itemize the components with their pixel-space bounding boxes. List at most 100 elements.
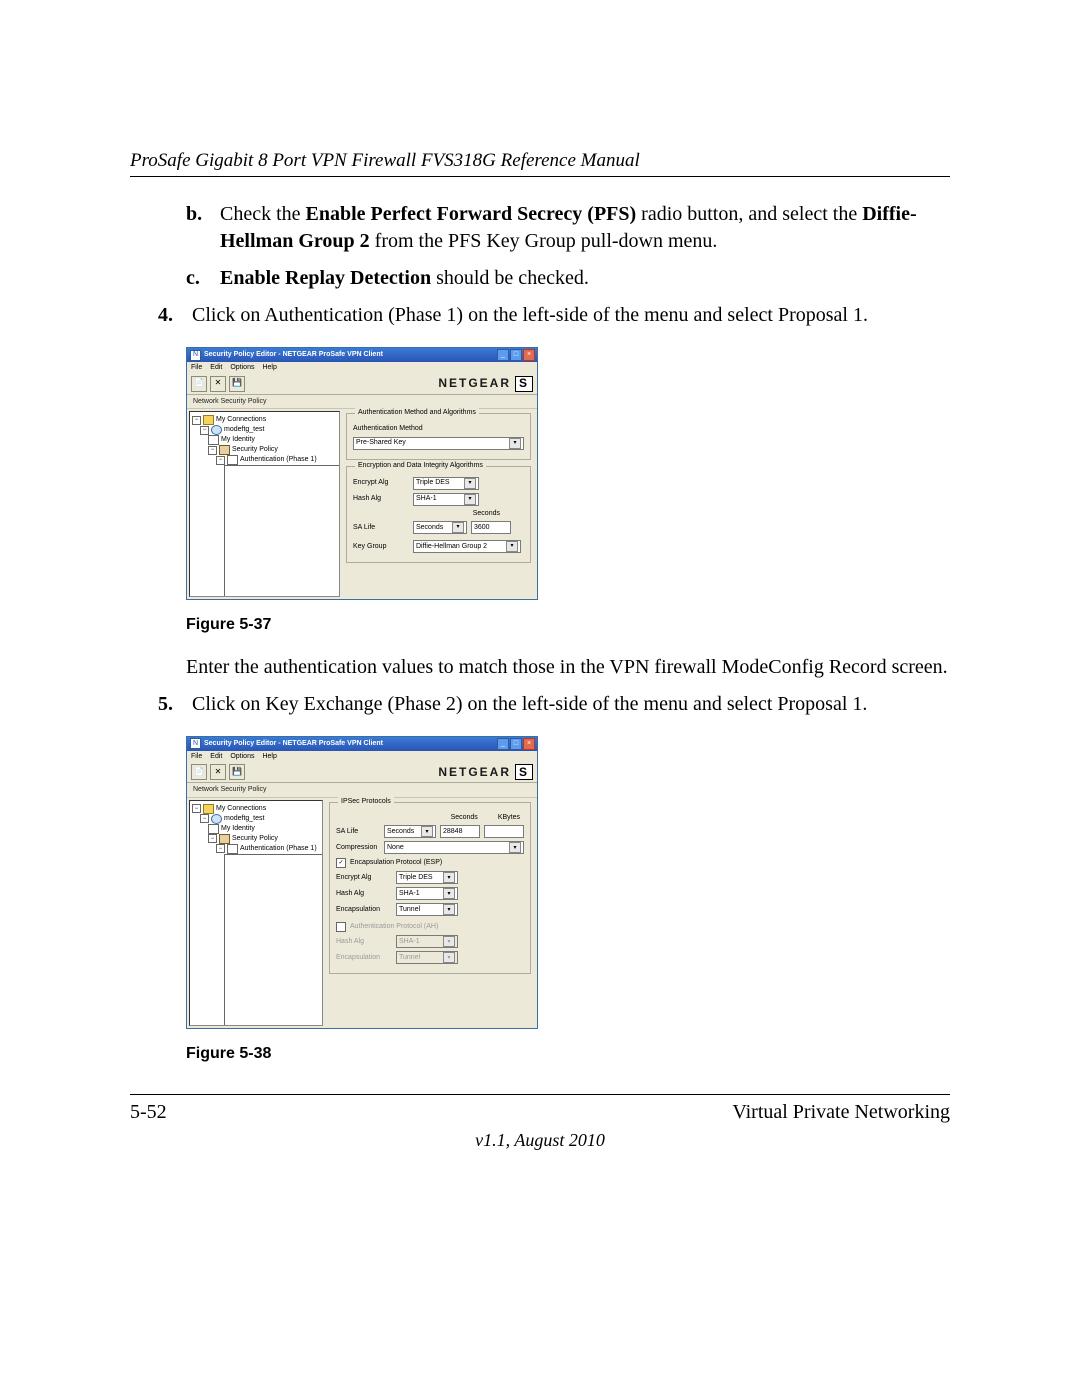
titlebar-icon: N: [190, 738, 201, 749]
tree-item[interactable]: My Connections: [216, 415, 266, 424]
netgear-logo: NETGEAR S: [438, 764, 533, 780]
sa-life-unit-select[interactable]: Seconds ▾: [413, 521, 467, 534]
app-window-fig38: N Security Policy Editor - NETGEAR ProSa…: [186, 736, 538, 1029]
expand-icon[interactable]: −: [200, 814, 209, 823]
close-button[interactable]: ×: [523, 349, 535, 361]
step-c: c. Enable Replay Detection should be che…: [186, 265, 950, 292]
ah-label: Authentication Protocol (AH): [350, 922, 438, 931]
figure-caption-37: Figure 5-37: [186, 614, 950, 636]
tree-pane[interactable]: −My Connections −modeftg_test My Identit…: [189, 411, 340, 597]
compression-label: Compression: [336, 843, 380, 852]
sa-life-kbytes-input[interactable]: [484, 825, 524, 838]
key-group-select[interactable]: Diffie-Hellman Group 2 ▾: [413, 540, 521, 553]
ah-hash-alg-label: Hash Alg: [336, 937, 392, 946]
step-5: 5. Click on Key Exchange (Phase 2) on th…: [158, 691, 950, 718]
tree-item[interactable]: My Identity: [221, 824, 255, 833]
folder-icon: [203, 804, 214, 814]
auth-method-label: Authentication Method: [353, 424, 423, 433]
step-4: 4. Click on Authentication (Phase 1) on …: [158, 302, 950, 329]
form-pane: Authentication Method and Algorithms Aut…: [342, 409, 537, 599]
lock-icon: [219, 834, 230, 844]
hash-alg-select[interactable]: SHA-1 ▾: [413, 493, 479, 506]
tree-pane[interactable]: −My Connections −modeftg_test My Identit…: [189, 800, 323, 1026]
nsp-label: Network Security Policy: [187, 783, 537, 797]
expand-icon[interactable]: −: [208, 446, 217, 455]
tree-item[interactable]: My Identity: [221, 435, 255, 444]
sa-life-unit-select[interactable]: Seconds ▾: [384, 825, 436, 838]
maximize-button[interactable]: □: [510, 349, 522, 361]
hash-alg-select[interactable]: SHA-1 ▾: [396, 887, 458, 900]
expand-icon[interactable]: −: [192, 416, 201, 425]
lock-icon: [219, 445, 230, 455]
netgear-logo: NETGEAR S: [438, 375, 533, 391]
section-name: Virtual Private Networking: [732, 1101, 950, 1124]
menu-edit[interactable]: Edit: [210, 363, 222, 372]
tree-item[interactable]: My Connections: [216, 804, 266, 813]
chevron-down-icon: ▾: [443, 936, 455, 947]
maximize-button[interactable]: □: [510, 738, 522, 750]
chevron-down-icon: ▾: [506, 541, 518, 552]
tree-item[interactable]: Security Policy: [232, 445, 278, 454]
tool-new-icon[interactable]: 📄: [191, 376, 207, 392]
page-icon: [224, 465, 340, 597]
ah-checkbox[interactable]: [336, 922, 346, 932]
menu-help[interactable]: Help: [262, 363, 276, 372]
encapsulation-label: Encapsulation: [336, 905, 392, 914]
expand-icon[interactable]: −: [192, 804, 201, 813]
close-button[interactable]: ×: [523, 738, 535, 750]
sa-life-value-input[interactable]: 3600: [471, 521, 511, 534]
page-header: ProSafe Gigabit 8 Port VPN Firewall FVS3…: [130, 150, 950, 177]
tool-new-icon[interactable]: 📄: [191, 764, 207, 780]
key-group-label: Key Group: [353, 542, 409, 551]
sa-life-label: SA Life: [336, 827, 380, 836]
tool-delete-icon[interactable]: ✕: [210, 764, 226, 780]
tree-item[interactable]: modeftg_test: [224, 425, 264, 434]
tree-item[interactable]: Authentication (Phase 1): [240, 455, 317, 464]
auth-method-select[interactable]: Pre-Shared Key ▾: [353, 437, 524, 450]
seconds-unit: Seconds: [451, 813, 478, 822]
encrypt-alg-label: Encrypt Alg: [336, 873, 392, 882]
form-pane: IPSec Protocols Seconds KBytes SA Life S…: [325, 798, 537, 1028]
minimize-button[interactable]: _: [497, 349, 509, 361]
menu-file[interactable]: File: [191, 363, 202, 372]
compression-select[interactable]: None ▾: [384, 841, 524, 854]
seconds-unit: Seconds: [473, 509, 500, 518]
hash-alg-label: Hash Alg: [353, 494, 409, 503]
encrypt-alg-select[interactable]: Triple DES ▾: [413, 477, 479, 490]
menu-edit[interactable]: Edit: [210, 752, 222, 761]
tool-save-icon[interactable]: 💾: [229, 764, 245, 780]
expand-icon[interactable]: −: [216, 844, 225, 853]
sa-life-seconds-input[interactable]: 28848: [440, 825, 480, 838]
menu-options[interactable]: Options: [230, 752, 254, 761]
expand-icon[interactable]: −: [200, 426, 209, 435]
menu-bar: File Edit Options Help: [187, 751, 537, 762]
expand-icon[interactable]: −: [216, 456, 225, 465]
encapsulation-select[interactable]: Tunnel ▾: [396, 903, 458, 916]
menu-help[interactable]: Help: [262, 752, 276, 761]
encrypt-alg-select[interactable]: Triple DES ▾: [396, 871, 458, 884]
minimize-button[interactable]: _: [497, 738, 509, 750]
menu-file[interactable]: File: [191, 752, 202, 761]
version-line: v1.1, August 2010: [130, 1130, 950, 1151]
chevron-down-icon: ▾: [452, 522, 464, 533]
tree-item[interactable]: Security Policy: [232, 834, 278, 843]
netgear-logo-icon: S: [515, 764, 533, 780]
sa-life-label: SA Life: [353, 523, 409, 532]
chevron-down-icon: ▾: [421, 826, 433, 837]
folder-icon: [203, 415, 214, 425]
figure-caption-38: Figure 5-38: [186, 1043, 950, 1065]
globe-icon: [211, 814, 222, 824]
chevron-down-icon: ▾: [464, 478, 476, 489]
esp-checkbox[interactable]: ✓: [336, 858, 346, 868]
tree-item[interactable]: Authentication (Phase 1): [240, 844, 317, 853]
tree-item[interactable]: modeftg_test: [224, 814, 264, 823]
menu-options[interactable]: Options: [230, 363, 254, 372]
titlebar-icon: N: [190, 350, 201, 361]
tool-save-icon[interactable]: 💾: [229, 376, 245, 392]
expand-icon[interactable]: −: [208, 834, 217, 843]
identity-icon: [208, 435, 219, 445]
page-icon: [224, 854, 323, 1026]
window-title: Security Policy Editor - NETGEAR ProSafe…: [204, 350, 494, 359]
tool-delete-icon[interactable]: ✕: [210, 376, 226, 392]
chevron-down-icon: ▾: [443, 872, 455, 883]
